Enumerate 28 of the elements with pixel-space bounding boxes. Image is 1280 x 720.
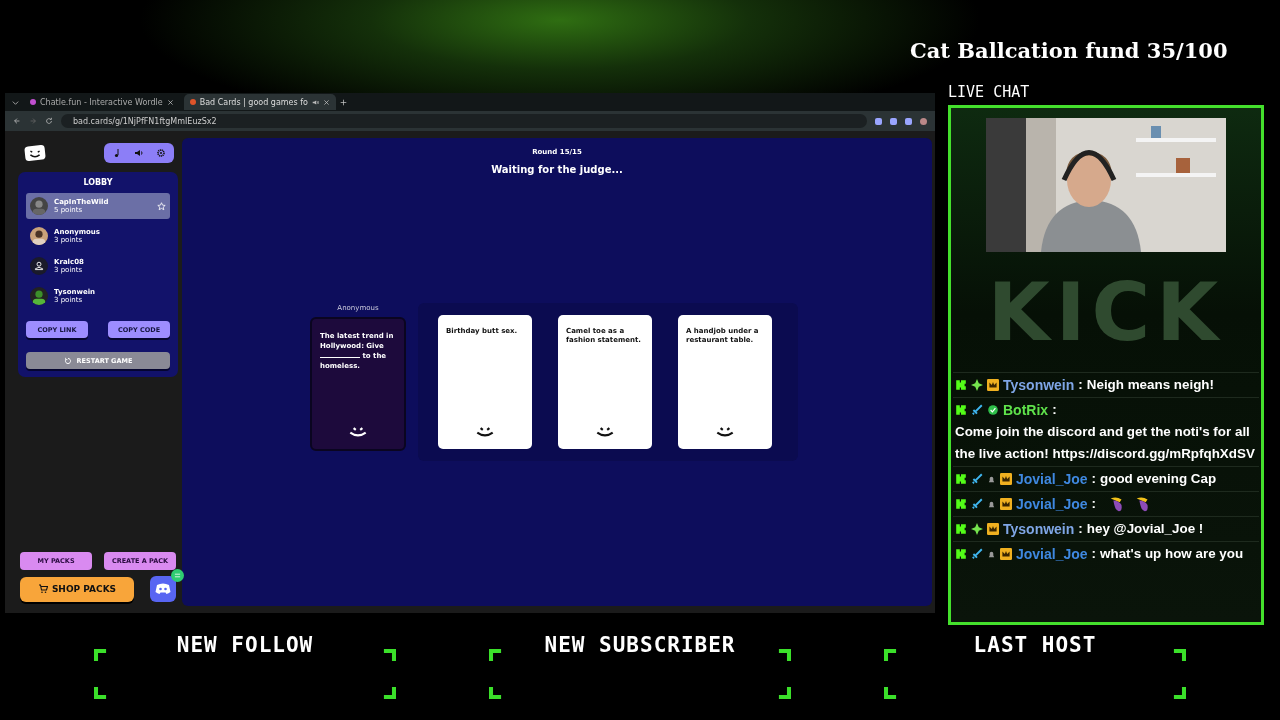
browser-tab[interactable]: Chatle.fun - Interactive Wordle xyxy=(24,94,180,110)
chat-text: good evening Cap xyxy=(1100,470,1217,488)
chat-separator: : xyxy=(1078,520,1083,538)
lobby-title: LOBBY xyxy=(82,178,114,187)
chat-separator: : xyxy=(1091,545,1097,563)
kick-logo: KICK xyxy=(986,264,1226,361)
shop-packs-button[interactable]: SHOP PACKS xyxy=(20,576,134,602)
alert-title: NEW SUBSCRIBER xyxy=(544,633,736,657)
browser-tab[interactable]: Bad Cards | good games fo xyxy=(183,94,336,110)
chat-text: Neigh means neigh! xyxy=(1086,376,1214,394)
chat-username[interactable]: Jovial_Joe xyxy=(1016,493,1088,515)
chat-separator: : xyxy=(1052,401,1057,419)
alert-title: NEW FOLLOW xyxy=(176,633,314,657)
chat-username[interactable]: Tysonwein xyxy=(1003,518,1075,540)
chat-separator: : xyxy=(1091,470,1097,488)
chat-username[interactable]: Jovial_Joe xyxy=(1016,543,1088,565)
chat-text: hey @Jovial_Joe ! xyxy=(1086,520,1204,538)
chat-username[interactable]: BotRix xyxy=(1003,399,1049,421)
alert-title: LAST HOST xyxy=(973,633,1097,657)
chat-username[interactable]: Jovial_Joe xyxy=(1016,468,1088,490)
address-bar[interactable]: bad.cards/g/1NjPfFN1ftgMmIEuzSx2 xyxy=(61,114,867,128)
chat-text: what's up how are you xyxy=(1100,545,1244,563)
chat-separator: : xyxy=(1078,376,1083,394)
live-chat-label: LIVE CHAT xyxy=(948,83,1031,101)
goal-counter: Cat Ballcation fund 35/100 xyxy=(910,38,1229,63)
chat-separator: : xyxy=(1091,495,1097,513)
game-status: Waiting for the judge... xyxy=(491,164,623,175)
chat-username[interactable]: Tysonwein xyxy=(1003,374,1075,396)
